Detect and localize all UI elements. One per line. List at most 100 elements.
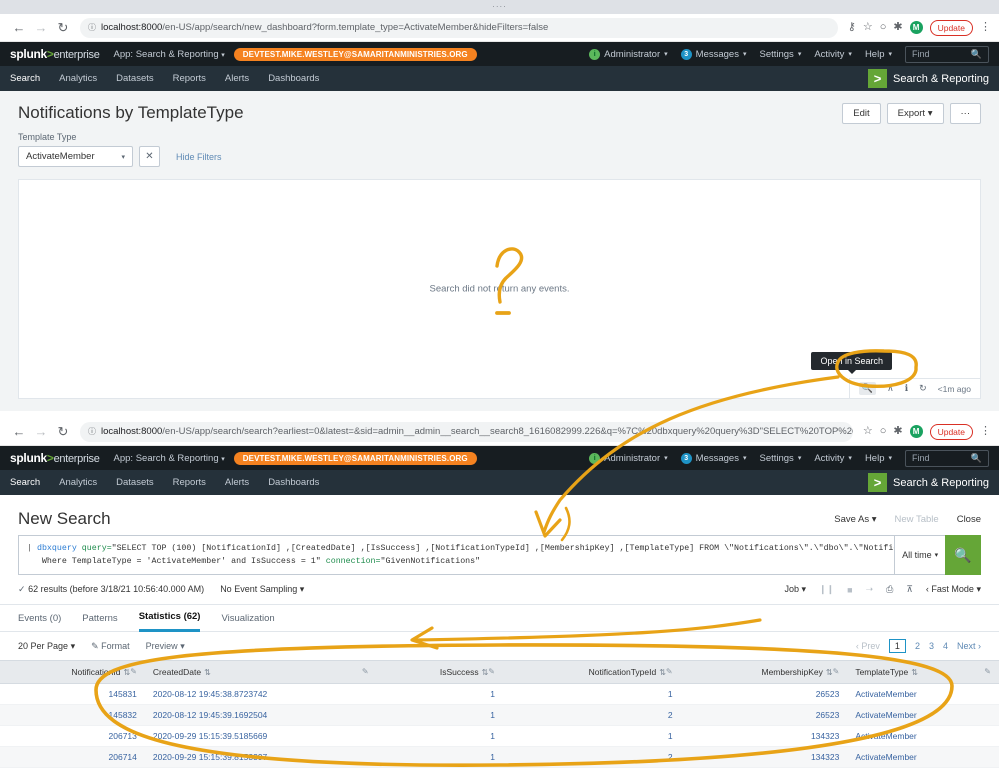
kebab-menu-icon[interactable]: ⋮	[980, 23, 991, 32]
table-cell-notificationtypeid[interactable]: 1	[503, 684, 681, 705]
pager-next[interactable]: Next ›	[957, 641, 981, 651]
activity-menu-top[interactable]: Activity▾	[814, 49, 852, 60]
update-button-bottom[interactable]: Update	[930, 424, 973, 440]
pager-page-2[interactable]: 2	[915, 641, 920, 651]
avatar[interactable]: M	[910, 425, 923, 438]
help-menu-bottom[interactable]: Help▾	[865, 453, 892, 464]
event-sampling-dropdown[interactable]: No Event Sampling ▾	[220, 584, 304, 595]
search-mode-selector[interactable]: ‹ Fast Mode ▾	[926, 584, 981, 595]
print-icon[interactable]: ⎙	[886, 584, 893, 595]
settings-menu-bottom[interactable]: Settings▾	[759, 453, 801, 464]
app-selector-top[interactable]: App: Search & Reporting ▾	[114, 49, 225, 60]
format-button[interactable]: ✎ Format	[91, 641, 130, 652]
stop-icon[interactable]: ■	[847, 585, 852, 595]
table-cell-issuccess[interactable]: 1	[377, 726, 503, 747]
table-cell-templatetype[interactable]: ActivateMember	[847, 726, 999, 747]
col-notificationtypeid[interactable]: NotificationTypeId⇅✎	[503, 661, 681, 684]
tab-statistics[interactable]: Statistics (62)	[139, 605, 201, 632]
reload-icon[interactable]: ↻	[52, 17, 74, 39]
kebab-menu-icon[interactable]: ⋮	[980, 427, 991, 436]
table-cell-membershipkey[interactable]: 134323	[681, 747, 848, 768]
clock-icon[interactable]: ○	[880, 22, 887, 33]
nav-item-reports[interactable]: Reports	[173, 73, 206, 84]
star-icon[interactable]: ☆	[863, 426, 873, 437]
nav-item-datasets[interactable]: Datasets	[116, 477, 154, 488]
table-cell-notificationid[interactable]: 206714	[0, 747, 145, 768]
avatar[interactable]: M	[910, 21, 923, 34]
pencil-icon[interactable]: ✎	[666, 667, 673, 676]
export-button[interactable]: Export ▾	[887, 103, 944, 124]
pencil-icon[interactable]: ✎	[130, 667, 137, 676]
app-selector-bottom[interactable]: App: Search & Reporting ▾	[114, 453, 225, 464]
col-notificationid[interactable]: NotificationId⇅✎	[0, 661, 145, 684]
export-icon[interactable]: ⊼	[887, 383, 894, 394]
more-options-button[interactable]: ···	[950, 103, 982, 124]
back-arrow-icon[interactable]: ←	[8, 421, 30, 443]
puzzle-icon[interactable]: ✱	[893, 426, 902, 437]
close-button[interactable]: Close	[957, 514, 981, 525]
table-cell-notificationid[interactable]: 206713	[0, 726, 145, 747]
key-icon[interactable]: ⚷	[848, 22, 856, 33]
table-cell-notificationid[interactable]: 215601	[0, 768, 145, 774]
tab-events[interactable]: Events (0)	[18, 605, 61, 632]
search-query-input[interactable]: | dbxquery query="SELECT TOP (100) [Noti…	[18, 535, 894, 575]
col-issuccess[interactable]: IsSuccess⇅✎	[377, 661, 503, 684]
table-cell-notificationid[interactable]: 145832	[0, 705, 145, 726]
messages-menu-bottom[interactable]: 3Messages▾	[681, 453, 747, 464]
download-icon[interactable]: ⊼	[906, 584, 913, 595]
col-membershipkey[interactable]: MembershipKey⇅✎	[681, 661, 848, 684]
pencil-icon[interactable]: ✎	[362, 667, 369, 676]
nav-item-dashboards[interactable]: Dashboards	[268, 73, 319, 84]
user-pill-top[interactable]: DEVTEST.MIKE.WESTLEY@SAMARITANMINISTRIES…	[234, 48, 477, 61]
puzzle-icon[interactable]: ✱	[893, 22, 902, 33]
back-arrow-icon[interactable]: ←	[8, 17, 30, 39]
search-icon[interactable]: 🔍	[859, 382, 876, 395]
run-search-button[interactable]: 🔍	[945, 535, 981, 575]
splunk-logo[interactable]: splunk>enterprise	[10, 451, 100, 465]
preview-dropdown[interactable]: Preview ▾	[146, 641, 185, 652]
nav-item-alerts[interactable]: Alerts	[225, 73, 249, 84]
nav-item-analytics[interactable]: Analytics	[59, 477, 97, 488]
table-cell-issuccess[interactable]: 1	[377, 747, 503, 768]
forward-arrow-icon[interactable]: →	[30, 421, 52, 443]
table-cell-membershipkey[interactable]: 134323	[681, 726, 848, 747]
info-icon[interactable]: ℹ	[905, 383, 908, 394]
tab-patterns[interactable]: Patterns	[82, 605, 117, 632]
tab-visualization[interactable]: Visualization	[221, 605, 274, 632]
table-cell-createddate[interactable]: 2020-10-02 13:25:40.6300460	[145, 768, 377, 774]
administrator-menu-top[interactable]: iAdministrator▾	[589, 49, 667, 60]
url-input-bottom[interactable]: ⓘ localhost:8000/en-US/app/search/search…	[80, 422, 853, 442]
star-icon[interactable]: ☆	[863, 22, 873, 33]
table-cell-notificationtypeid[interactable]: 2	[503, 747, 681, 768]
reload-icon[interactable]: ↻	[52, 421, 74, 443]
table-cell-notificationid[interactable]: 145831	[0, 684, 145, 705]
find-input-bottom[interactable]: Find🔍	[905, 450, 989, 467]
activity-menu-bottom[interactable]: Activity▾	[814, 453, 852, 464]
new-table-button[interactable]: New Table	[895, 514, 939, 525]
messages-menu-top[interactable]: 3Messages▾	[681, 49, 747, 60]
pencil-icon[interactable]: ✎	[833, 667, 840, 676]
nav-item-alerts[interactable]: Alerts	[225, 477, 249, 488]
table-cell-templatetype[interactable]: ActivateMember	[847, 684, 999, 705]
splunk-logo[interactable]: splunk>enterprise	[10, 47, 100, 61]
table-cell-notificationtypeid[interactable]: 1	[503, 726, 681, 747]
pager-page-4[interactable]: 4	[943, 641, 948, 651]
job-menu-button[interactable]: Job ▾	[784, 584, 806, 595]
url-input-top[interactable]: ⓘ localhost:8000/en-US/app/search/new_da…	[80, 18, 838, 38]
table-cell-templatetype[interactable]	[847, 768, 999, 774]
nav-item-dashboards[interactable]: Dashboards	[268, 477, 319, 488]
table-cell-membershipkey[interactable]	[681, 768, 848, 774]
table-cell-templatetype[interactable]: ActivateMember	[847, 747, 999, 768]
user-pill-bottom[interactable]: DEVTEST.MIKE.WESTLEY@SAMARITANMINISTRIES…	[234, 452, 477, 465]
pager-prev[interactable]: ‹ Prev	[856, 641, 880, 651]
forward-arrow-icon[interactable]: →	[30, 17, 52, 39]
template-type-select[interactable]: ActivateMember ▾	[18, 146, 133, 167]
edit-button[interactable]: Edit	[842, 103, 880, 124]
pager-page-1[interactable]: 1	[889, 639, 906, 653]
table-cell-createddate[interactable]: 2020-09-29 15:15:39.8153397	[145, 747, 377, 768]
pencil-icon[interactable]: ✎	[984, 667, 991, 676]
table-cell-createddate[interactable]: 2020-08-12 19:45:39.1692504	[145, 705, 377, 726]
table-cell-templatetype[interactable]: ActivateMember	[847, 705, 999, 726]
share-icon[interactable]: ➝	[866, 584, 874, 595]
administrator-menu-bottom[interactable]: iAdministrator▾	[589, 453, 667, 464]
